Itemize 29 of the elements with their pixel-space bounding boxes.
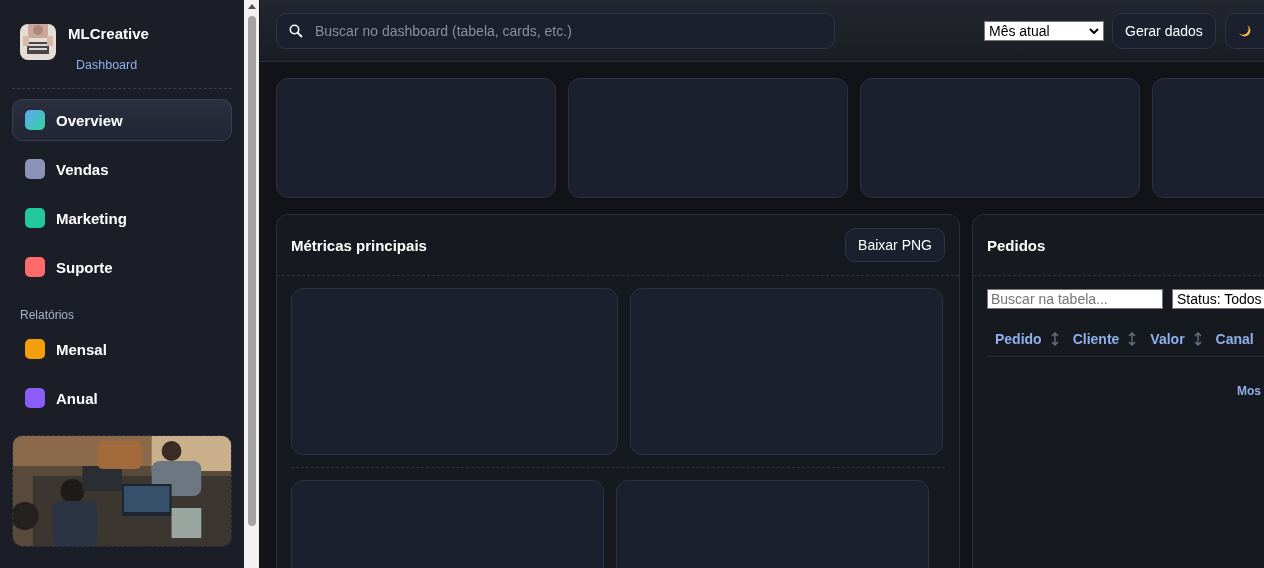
- nav-item[interactable]: Suporte: [12, 246, 232, 288]
- brand-name: MLCreative: [68, 25, 149, 42]
- sort-icon[interactable]: [1128, 332, 1137, 346]
- status-select[interactable]: Status: Todos: [1172, 289, 1264, 309]
- sort-icon[interactable]: [1050, 332, 1059, 346]
- section-heading: Relatórios: [20, 308, 76, 322]
- nav-item[interactable]: Vendas: [12, 148, 232, 190]
- search-field[interactable]: Buscar no dashboard (tabela, cards, etc.): [276, 12, 835, 49]
- column-header[interactable]: Valor: [1150, 331, 1185, 347]
- chevron-icon: [1089, 27, 1099, 34]
- download-button[interactable]: Baixar PNG: [845, 228, 945, 262]
- scrollbar[interactable]: [244, 0, 259, 568]
- table-footer-text: Mos: [1237, 384, 1261, 398]
- nav-item[interactable]: Marketing: [12, 197, 232, 239]
- sort-icon[interactable]: [1193, 332, 1202, 346]
- table-search-field[interactable]: Buscar na tabela...: [987, 289, 1163, 309]
- nav-item[interactable]: Overview: [12, 99, 232, 141]
- moon-icon: [1237, 24, 1251, 37]
- panel-title: Métricas principais: [291, 236, 427, 254]
- column-header[interactable]: Pedido: [995, 331, 1042, 347]
- panel-title: Pedidos: [987, 236, 1046, 254]
- nav-item[interactable]: Anual: [12, 377, 232, 419]
- generate-button[interactable]: Gerar dados: [1112, 12, 1216, 49]
- brand-subtitle: Dashboard: [76, 58, 139, 72]
- nav-item[interactable]: Mensal: [12, 328, 232, 370]
- search-icon: [289, 23, 303, 38]
- column-header[interactable]: Cliente: [1072, 331, 1120, 347]
- period-select[interactable]: Mês atual: [984, 20, 1104, 41]
- column-header[interactable]: Canal: [1215, 331, 1254, 347]
